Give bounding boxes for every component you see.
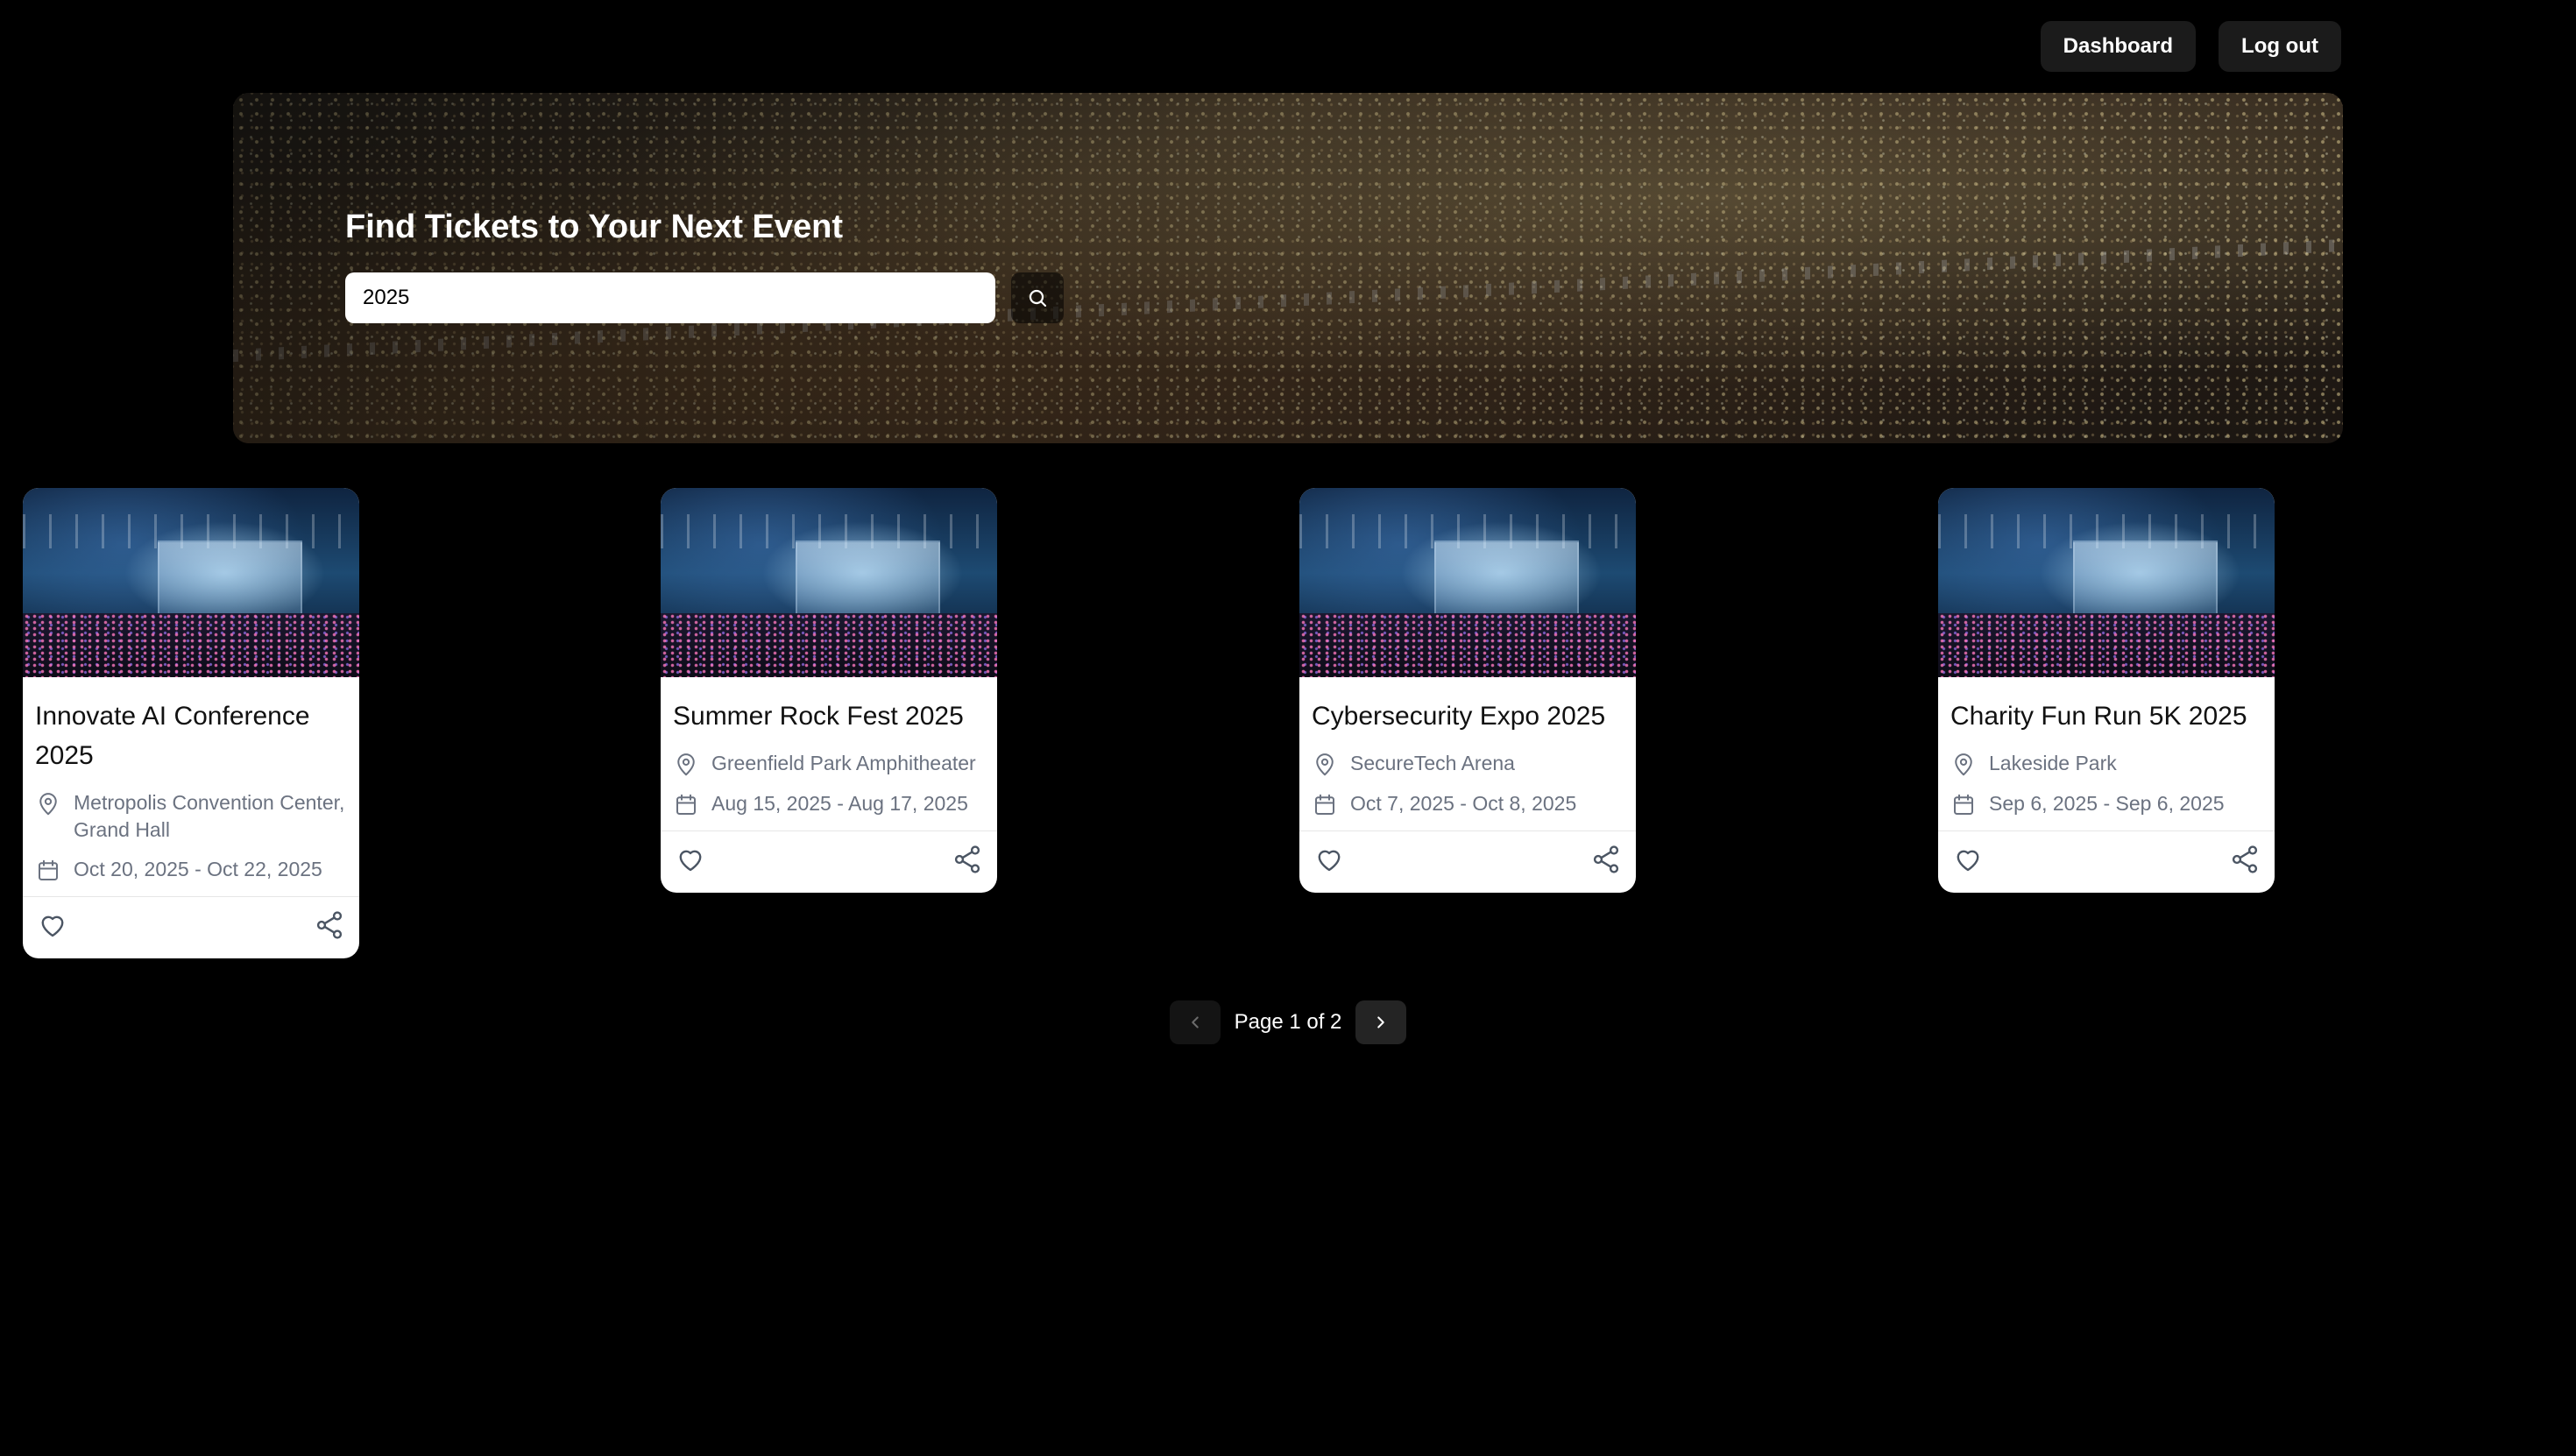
event-location: Metropolis Convention Center, Grand Hall — [35, 789, 347, 844]
previous-page-button[interactable] — [1169, 1000, 1221, 1044]
event-dates-text: Oct 7, 2025 - Oct 8, 2025 — [1350, 792, 1577, 815]
calendar-icon — [676, 794, 696, 815]
pagination: Page 1 of 2 — [0, 1000, 2576, 1044]
card-actions — [1938, 830, 2275, 893]
share-icon — [316, 911, 343, 939]
event-title: Summer Rock Fest 2025 — [673, 702, 964, 731]
calendar-icon — [1954, 794, 1973, 815]
logout-button[interactable]: Log out — [2219, 21, 2341, 72]
event-dates: Oct 7, 2025 - Oct 8, 2025 — [1312, 790, 1624, 818]
event-title: Innovate AI Conference 2025 — [35, 702, 310, 770]
event-dates-text: Aug 15, 2025 - Aug 17, 2025 — [711, 792, 968, 815]
search-input[interactable] — [345, 272, 995, 323]
heart-icon — [679, 850, 702, 872]
search-button[interactable] — [1011, 272, 1064, 323]
card-actions — [661, 830, 997, 893]
event-dates: Sep 6, 2025 - Sep 6, 2025 — [1950, 790, 2262, 818]
map-pin-icon — [39, 793, 57, 816]
dashboard-button[interactable]: Dashboard — [2040, 21, 2197, 72]
event-card[interactable]: Charity Fun Run 5K 2025 Lakeside Park Se… — [1938, 488, 2275, 893]
share-icon — [2232, 845, 2258, 873]
event-location-text: Metropolis Convention Center, Grand Hall — [74, 791, 345, 841]
event-image — [23, 488, 359, 677]
calendar-icon — [1315, 794, 1334, 815]
share-button[interactable] — [950, 842, 985, 877]
heart-icon — [41, 915, 64, 937]
event-location-text: Greenfield Park Amphitheater — [711, 752, 976, 774]
event-dates-text: Oct 20, 2025 - Oct 22, 2025 — [74, 858, 322, 880]
event-location: Lakeside Park — [1950, 750, 2262, 778]
top-nav: Dashboard Log out — [2040, 21, 2341, 72]
event-location: Greenfield Park Amphitheater — [673, 750, 985, 778]
event-location-text: Lakeside Park — [1989, 752, 2117, 774]
event-dates-text: Sep 6, 2025 - Sep 6, 2025 — [1989, 792, 2225, 815]
event-card-grid: Innovate AI Conference 2025 Metropolis C… — [23, 488, 2275, 961]
event-dates: Aug 15, 2025 - Aug 17, 2025 — [673, 790, 985, 818]
heart-icon — [1318, 850, 1341, 872]
card-actions — [1299, 830, 1636, 893]
event-title: Cybersecurity Expo 2025 — [1312, 702, 1606, 731]
map-pin-icon — [1955, 753, 1972, 776]
map-pin-icon — [1316, 753, 1334, 776]
event-image — [661, 488, 997, 677]
event-title: Charity Fun Run 5K 2025 — [1950, 702, 2247, 731]
hero-title: Find Tickets to Your Next Event — [345, 209, 844, 245]
card-actions — [23, 896, 359, 958]
event-image — [1938, 488, 2275, 677]
event-location-text: SecureTech Arena — [1350, 752, 1515, 774]
event-card[interactable]: Cybersecurity Expo 2025 SecureTech Arena… — [1299, 488, 1636, 893]
next-page-button[interactable] — [1355, 1000, 1407, 1044]
event-card[interactable]: Summer Rock Fest 2025 Greenfield Park Am… — [661, 488, 997, 893]
share-button[interactable] — [312, 908, 347, 943]
share-icon — [954, 845, 980, 873]
hero-search — [345, 272, 1064, 323]
favorite-button[interactable] — [673, 842, 708, 877]
favorite-button[interactable] — [1312, 842, 1347, 877]
share-icon — [1593, 845, 1619, 873]
event-image — [1299, 488, 1636, 677]
calendar-icon — [39, 859, 58, 880]
page-indicator: Page 1 of 2 — [1234, 1010, 1342, 1034]
favorite-button[interactable] — [35, 908, 70, 943]
chevron-left-icon — [1191, 1016, 1199, 1028]
hero-banner: Find Tickets to Your Next Event — [233, 93, 2343, 443]
event-dates: Oct 20, 2025 - Oct 22, 2025 — [35, 856, 347, 884]
event-location: SecureTech Arena — [1312, 750, 1624, 778]
map-pin-icon — [677, 753, 695, 776]
heart-icon — [1957, 850, 1979, 872]
search-icon — [1029, 289, 1047, 307]
share-button[interactable] — [1589, 842, 1624, 877]
share-button[interactable] — [2227, 842, 2262, 877]
event-card[interactable]: Innovate AI Conference 2025 Metropolis C… — [23, 488, 359, 958]
favorite-button[interactable] — [1950, 842, 1985, 877]
chevron-right-icon — [1377, 1016, 1385, 1028]
